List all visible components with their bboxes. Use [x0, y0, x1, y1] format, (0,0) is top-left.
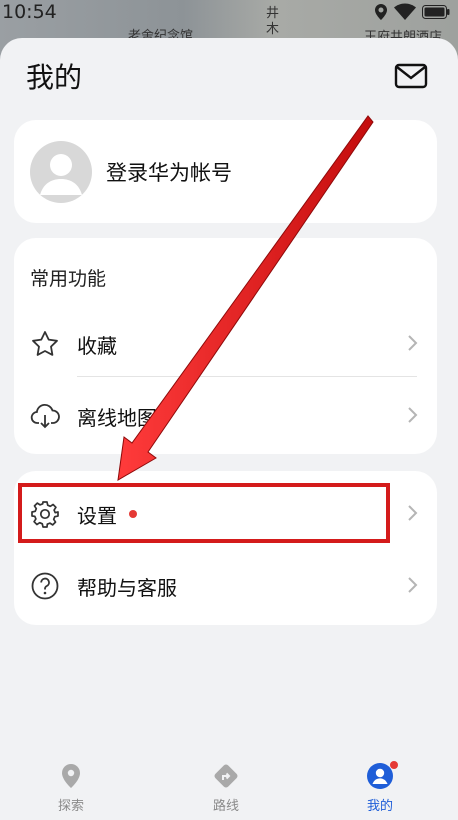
- location-pin-icon: [62, 764, 80, 788]
- cloud-download-icon: [30, 403, 60, 429]
- nav-explore-label: 探索: [57, 799, 84, 814]
- favorites-label: 收藏: [77, 334, 117, 358]
- status-icons: [374, 3, 450, 21]
- bottom-nav: 探索 路线 我的: [0, 752, 458, 820]
- section-title-common: 常用功能: [30, 268, 107, 290]
- help-label: 帮助与客服: [77, 576, 177, 600]
- divider: [77, 376, 417, 377]
- chevron-right-icon: [408, 577, 418, 593]
- nav-badge-dot: [390, 761, 398, 769]
- page-title: 我的: [26, 61, 83, 94]
- favorites-row[interactable]: 收藏: [14, 316, 437, 368]
- chevron-right-icon: [408, 335, 418, 351]
- login-card[interactable]: 登录华为帐号: [14, 120, 437, 223]
- default-avatar-icon: [30, 141, 92, 203]
- mail-icon[interactable]: [394, 62, 428, 90]
- help-row[interactable]: 帮助与客服: [14, 558, 437, 610]
- login-text: 登录华为帐号: [106, 161, 232, 185]
- route-icon: [214, 764, 238, 788]
- star-icon: [32, 331, 58, 356]
- nav-route-label: 路线: [212, 799, 239, 814]
- chevron-right-icon: [408, 505, 418, 521]
- status-bar: 10:54: [0, 0, 458, 26]
- battery-icon: [422, 5, 450, 19]
- nav-explore[interactable]: 探索: [21, 752, 121, 820]
- question-icon: [31, 572, 59, 600]
- common-functions-card: 常用功能 收藏 离线地图: [14, 238, 437, 454]
- status-time: 10:54: [2, 1, 57, 23]
- chevron-right-icon: [408, 407, 418, 423]
- wifi-icon: [394, 3, 416, 20]
- offline-map-row[interactable]: 离线地图: [14, 388, 437, 440]
- nav-mine[interactable]: 我的: [330, 752, 430, 820]
- annotation-highlight-box: [18, 483, 390, 543]
- offline-map-label: 离线地图: [77, 406, 157, 430]
- nav-mine-label: 我的: [366, 799, 393, 814]
- nav-route[interactable]: 路线: [176, 752, 276, 820]
- location-status-icon: [375, 4, 387, 20]
